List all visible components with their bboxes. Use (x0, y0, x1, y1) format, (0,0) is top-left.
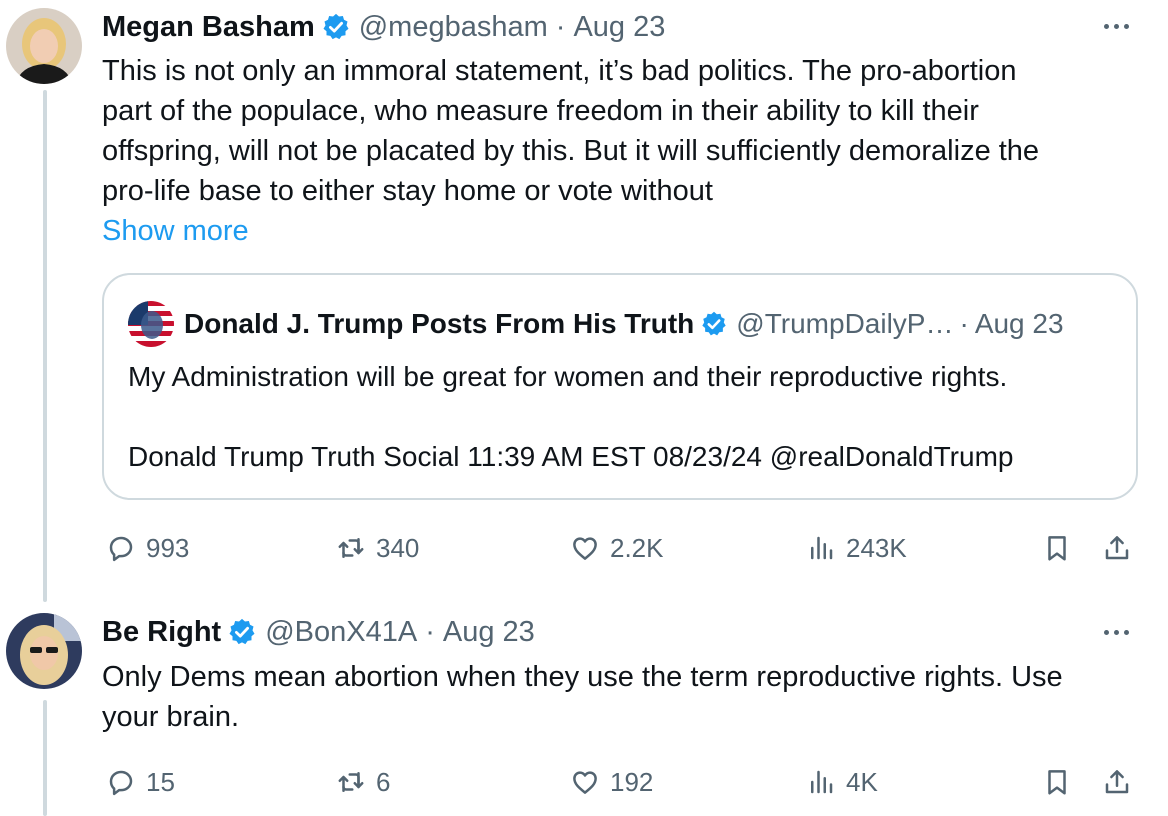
author-handle[interactable]: @megbasham (359, 9, 548, 45)
like-button[interactable]: 192 (570, 762, 653, 802)
quoted-author-handle[interactable]: @TrumpDailyP… (736, 307, 953, 341)
separator: · (555, 11, 566, 43)
bookmark-icon (1048, 770, 1066, 795)
views-button[interactable]: 243K (806, 528, 907, 568)
post-text: This is not only an immoral statement, i… (102, 51, 1039, 211)
quoted-post-header: Donald J. Trump Posts From His Truth @Tr… (128, 301, 1064, 347)
quoted-author-name[interactable]: Donald J. Trump Posts From His Truth (184, 307, 694, 341)
bookmark-button[interactable] (1042, 762, 1072, 802)
view-count: 4K (846, 766, 878, 797)
more-icon[interactable] (1104, 630, 1129, 635)
post-text-line: offspring, will not be placated by this.… (102, 135, 1040, 167)
reply-button[interactable]: 993 (106, 528, 189, 568)
show-more-link[interactable]: Show more (102, 211, 249, 251)
view-count: 243K (846, 532, 907, 563)
separator: · (959, 308, 969, 339)
repost-icon (338, 538, 364, 558)
post-date[interactable]: Aug 23 (573, 9, 665, 45)
like-icon (573, 771, 597, 794)
repost-icon (338, 772, 364, 792)
author-name[interactable]: Megan Basham (102, 9, 315, 45)
quoted-post-text: Donald Trump Truth Social 11:39 AM EST 0… (128, 441, 1014, 472)
repost-count: 340 (376, 532, 420, 563)
reply-icon (109, 536, 133, 562)
post-header: Be Right @BonX41A · Aug 23 (102, 614, 535, 650)
author-handle[interactable]: @BonX41A (265, 614, 417, 650)
repost-button[interactable]: 340 (336, 528, 419, 568)
share-button[interactable] (1102, 762, 1132, 802)
quoted-avatar (128, 301, 174, 347)
quoted-post-date: Aug 23 (974, 308, 1064, 339)
thread-line (43, 700, 47, 816)
reply-count: 993 (146, 532, 190, 563)
action-bar: 15 6 192 4K (102, 762, 1142, 802)
author-name[interactable]: Be Right (102, 614, 221, 650)
bookmark-button[interactable] (1042, 528, 1072, 568)
like-count: 192 (610, 766, 654, 797)
verified-badge-icon (323, 13, 349, 40)
post-text: Only Dems mean abortion when they use th… (102, 657, 1063, 737)
verified-badge-icon (229, 618, 255, 645)
bookmark-icon (1048, 536, 1066, 561)
views-icon (811, 536, 833, 560)
post-text-line: your brain. (102, 701, 240, 733)
share-icon (1105, 770, 1129, 794)
repost-button[interactable]: 6 (336, 762, 390, 802)
more-icon[interactable] (1104, 24, 1129, 29)
separator: · (425, 616, 435, 648)
reply-icon (109, 770, 133, 796)
post-text-line: part of the populace, who measure freedo… (102, 95, 979, 127)
share-icon (1105, 536, 1129, 560)
post-header: Megan Basham @megbasham · Aug 23 (102, 9, 665, 45)
post-text-line: pro-life base to either stay home or vot… (102, 175, 713, 207)
verified-badge-icon (702, 311, 726, 336)
avatar[interactable] (6, 8, 82, 84)
share-button[interactable] (1102, 528, 1132, 568)
like-icon (573, 537, 597, 560)
reply-button[interactable]: 15 (106, 762, 175, 802)
action-bar: 993 340 2.2K 243K (102, 528, 1142, 568)
post-text-line: This is not only an immoral statement, i… (102, 55, 1017, 87)
quoted-post-text: My Administration will be great for wome… (128, 361, 1008, 392)
like-count: 2.2K (610, 532, 664, 563)
repost-count: 6 (376, 766, 391, 797)
post-text-line: Only Dems mean abortion when they use th… (102, 661, 1063, 693)
views-button[interactable]: 4K (806, 762, 878, 802)
like-button[interactable]: 2.2K (570, 528, 664, 568)
views-icon (811, 770, 833, 794)
reply-count: 15 (146, 766, 175, 797)
thread-line (43, 90, 47, 602)
avatar[interactable] (6, 613, 82, 689)
post-date[interactable]: Aug 23 (443, 614, 535, 650)
